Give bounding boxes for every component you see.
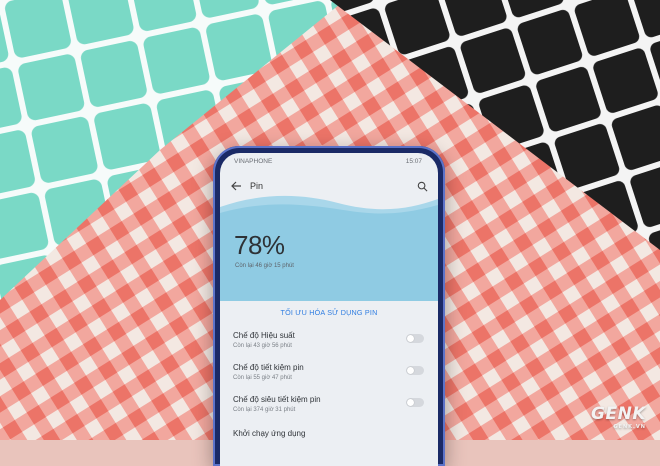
app-launch[interactable]: Khởi chạy ứng dụng [233,429,426,457]
mode-remaining: Còn lại 374 giờ 31 phút [233,407,296,413]
clock: 15:07 [405,158,422,165]
phone: VINAPHONE 15:07 Pin 78% Còn lại 46 giờ 1… [213,146,445,466]
mode-toggle[interactable] [406,334,424,343]
mode-remaining: Còn lại 43 giờ 56 phút [233,343,292,349]
optimize-battery-button[interactable]: TỐI ƯU HÓA SỬ DỤNG PIN [220,308,438,317]
mode-toggle[interactable] [406,398,424,407]
status-bar: VINAPHONE 15:07 [234,158,422,168]
mode-performance[interactable]: Chế độ Hiệu suất Còn lại 43 giờ 56 phút [233,331,426,359]
search-icon[interactable] [417,181,428,192]
watermark-logo: GENK GENK.VN [591,404,646,430]
phone-screen: VINAPHONE 15:07 Pin 78% Còn lại 46 giờ 1… [220,153,438,466]
mode-name: Khởi chạy ứng dụng [233,429,306,438]
arrow-left-icon[interactable] [230,180,242,192]
watermark-site: GENK.VN [613,424,646,430]
page-title: Pin [250,181,264,191]
battery-remaining: Còn lại 46 giờ 15 phút [235,263,294,269]
mode-power-saving[interactable]: Chế độ tiết kiệm pin Còn lại 55 giờ 47 p… [233,363,426,391]
mode-name: Chế độ siêu tiết kiệm pin [233,395,321,404]
carrier-label: VINAPHONE [234,158,273,165]
battery-percent: 78% [234,230,285,260]
mode-toggle[interactable] [406,366,424,375]
mode-name: Chế độ tiết kiệm pin [233,363,304,372]
mode-remaining: Còn lại 55 giờ 47 phút [233,375,292,381]
mode-ultra-saving[interactable]: Chế độ siêu tiết kiệm pin Còn lại 374 gi… [233,395,426,423]
app-bar: Pin [230,177,428,195]
mode-name: Chế độ Hiệu suất [233,331,295,340]
watermark-brand: GENK [591,404,646,424]
